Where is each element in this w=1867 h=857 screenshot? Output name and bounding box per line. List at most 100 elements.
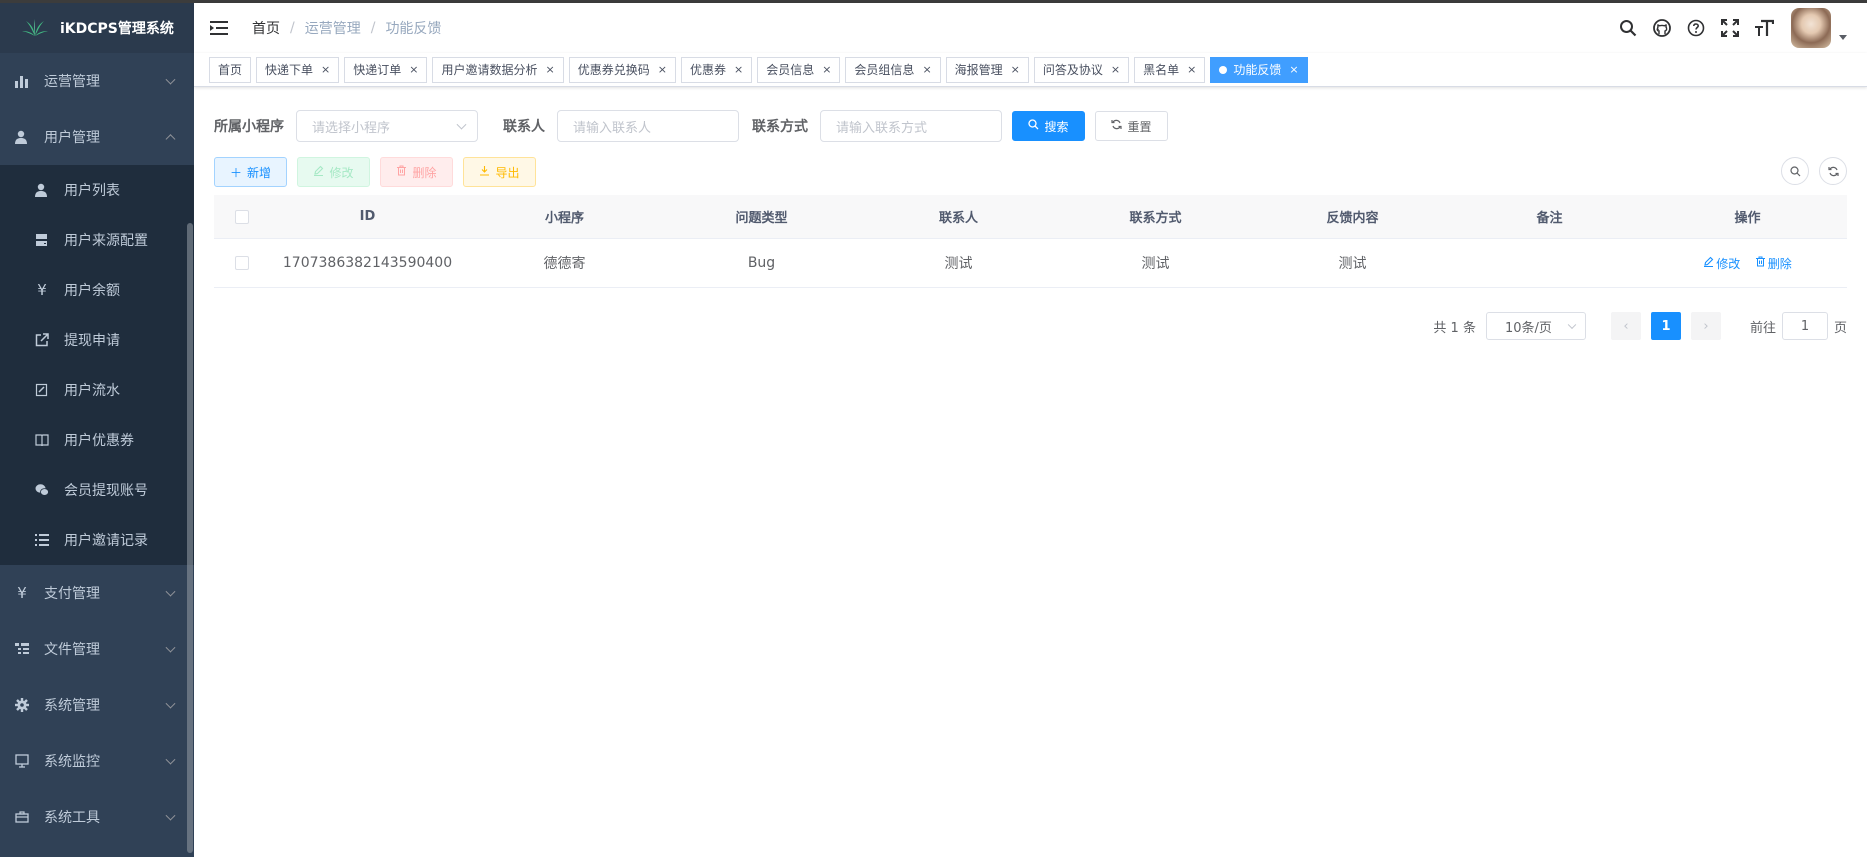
close-icon[interactable]: × [1289,58,1298,82]
sidebar-item-operations[interactable]: 运营管理 [0,53,194,109]
caret-down-icon[interactable] [1839,34,1847,40]
column-header-id: ID [359,209,376,224]
search-icon [1028,119,1039,133]
tag-member-group[interactable]: 会员组信息 × [845,56,941,83]
sidebar-item-user-invite-record[interactable]: 用户邀请记录 [0,515,194,565]
sidebar-item-user-balance[interactable]: ¥ 用户余额 [0,265,194,315]
column-header-app: 小程序 [544,211,584,226]
page-size-select[interactable]: 10条/页 [1485,312,1586,340]
edit-button[interactable]: 修改 [297,157,370,187]
sidebar-item-user-source[interactable]: 用户来源配置 [0,215,194,265]
cell-contact-way: 测试 [1141,256,1170,272]
contact-input[interactable]: 请输入联系人 [557,110,739,142]
tag-poster[interactable]: 海报管理 × [945,56,1029,83]
yen-icon: ¥ [17,584,27,602]
avatar[interactable] [1791,8,1831,48]
row-delete-link[interactable]: 删除 [1755,255,1792,272]
tag-coupon-code[interactable]: 优惠券兑换码 × [568,56,676,83]
close-icon[interactable]: × [734,58,743,82]
tag-member-info[interactable]: 会员信息 × [757,56,841,83]
hamburger-button[interactable] [194,3,244,53]
breadcrumb-home[interactable]: 首页 [252,18,280,38]
export-button[interactable]: 导出 [463,157,536,187]
tag-label: 优惠券兑换码 [577,62,650,77]
table-header: ID 小程序 问题类型 联系人 联系方式 反馈内容 备注 操作 [214,195,1847,239]
close-icon[interactable]: × [658,58,667,82]
goto-page-input[interactable]: 1 [1781,312,1828,340]
close-icon[interactable]: × [822,58,831,82]
column-header-actions: 操作 [1734,211,1761,226]
font-size-icon[interactable] [1747,3,1781,53]
contact-way-input[interactable]: 请输入联系方式 [820,110,1002,142]
row-checkbox-cell [214,256,269,270]
breadcrumb-current: 功能反馈 [385,21,442,37]
sidebar-item-users[interactable]: 用户管理 [0,109,194,165]
search-icon[interactable] [1611,3,1645,53]
close-icon[interactable]: × [1111,58,1120,82]
close-icon[interactable]: × [546,58,555,82]
sidebar-item-label: 用户邀请记录 [64,533,148,549]
fullscreen-icon[interactable] [1713,3,1747,53]
breadcrumb-separator: / [290,20,295,36]
monitor-icon [14,753,30,769]
tag-coupon[interactable]: 优惠券 × [680,56,753,83]
row-delete-label: 删除 [1767,256,1792,271]
external-link-icon [34,332,50,348]
close-icon[interactable]: × [922,58,931,82]
sidebar-item-monitor[interactable]: 系统监控 [0,733,194,789]
sidebar-item-withdraw-apply[interactable]: 提现申请 [0,315,194,365]
sidebar-item-user-coupon[interactable]: 用户优惠券 [0,415,194,465]
sidebar-item-user-flow[interactable]: 用户流水 [0,365,194,415]
tag-blacklist[interactable]: 黑名单 × [1134,56,1206,83]
sidebar-item-label: 提现申请 [64,333,120,349]
sidebar-item-member-withdraw-account[interactable]: 会员提现账号 [0,465,194,515]
sidebar: iKDCPS管理系统 运营管理 用户管理 用户列表 用户来源配置 ¥ 用户余额 … [0,3,194,857]
sidebar-item-tools[interactable]: 系统工具 [0,789,194,845]
chevron-down-icon [1567,320,1577,330]
app-select[interactable]: 请选择小程序 [296,110,478,142]
sidebar-item-payment[interactable]: ¥ 支付管理 [0,565,194,621]
next-page-button[interactable]: › [1690,312,1721,340]
tag-feedback[interactable]: 功能反馈 × [1210,56,1308,83]
breadcrumb-level1: 运营管理 [304,21,361,37]
search-icon [1789,165,1800,176]
search-button[interactable]: 搜索 [1012,111,1085,141]
row-checkbox[interactable] [234,256,249,270]
tag-express-order-create[interactable]: 快递下单 × [256,56,340,83]
close-icon[interactable]: × [1011,58,1020,82]
contact-way-placeholder: 请输入联系方式 [836,120,928,136]
refresh-table-button[interactable] [1819,157,1847,185]
column-header-content: 反馈内容 [1326,211,1379,226]
sidebar-item-user-list[interactable]: 用户列表 [0,165,194,215]
github-icon[interactable] [1645,3,1679,53]
delete-button[interactable]: 删除 [380,157,453,187]
prev-page-button[interactable]: ‹ [1610,312,1641,340]
sidebar-item-label: 会员提现账号 [64,483,148,499]
reset-button[interactable]: 重置 [1095,111,1168,141]
app-logo[interactable]: iKDCPS管理系统 [0,3,194,53]
close-icon[interactable]: × [409,58,418,82]
search-button-label: 搜索 [1044,119,1069,134]
tag-qa-agreement[interactable]: 问答及协议 × [1033,56,1130,83]
sidebar-scrollbar[interactable] [187,223,193,853]
row-edit-link[interactable]: 修改 [1703,255,1740,272]
sidebar-item-files[interactable]: 文件管理 [0,621,194,677]
close-icon[interactable]: × [321,58,330,82]
tag-invite-analysis[interactable]: 用户邀请数据分析 × [432,56,564,83]
sidebar-item-system[interactable]: 系统管理 [0,677,194,733]
trash-icon [396,165,407,179]
select-all-checkbox[interactable] [234,209,249,224]
toggle-search-button[interactable] [1781,157,1809,185]
add-button[interactable]: ＋ 新增 [214,157,287,187]
tag-home[interactable]: 首页 [209,56,252,83]
page-number-current[interactable]: 1 [1650,312,1681,340]
cell-contact: 测试 [944,256,973,272]
tag-label: 黑名单 [1143,62,1180,77]
tag-label: 快递订单 [353,62,402,77]
cell-type: Bug [747,255,776,271]
app-title: iKDCPS管理系统 [60,21,174,37]
page-jumper: 前往 1 页 [1750,312,1847,340]
tag-express-orders[interactable]: 快递订单 × [344,56,428,83]
close-icon[interactable]: × [1187,58,1196,82]
help-icon[interactable] [1679,3,1713,53]
